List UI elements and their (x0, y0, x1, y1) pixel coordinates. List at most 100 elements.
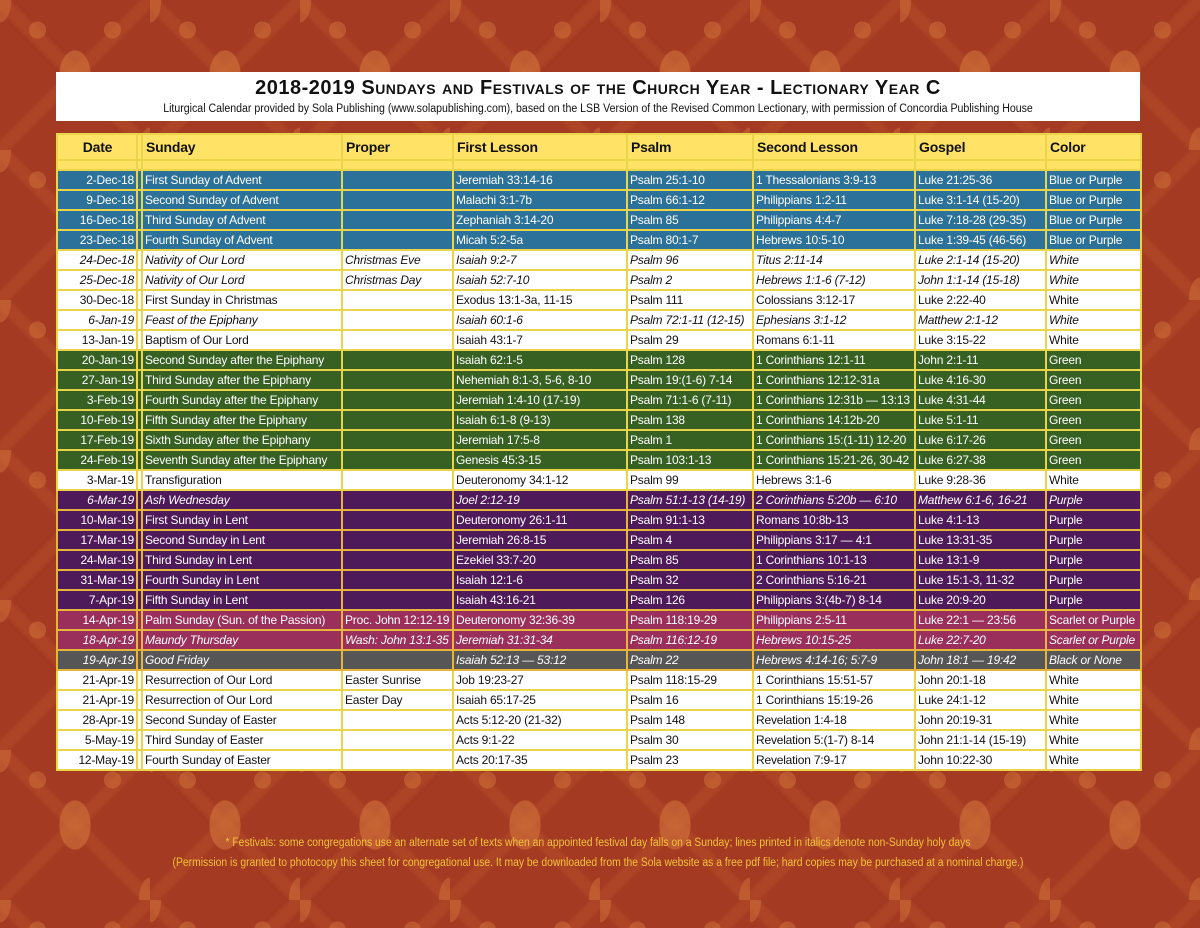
table-row: 28-Apr-19 Second Sunday of Easter Acts 5:1… (56, 709, 1142, 731)
cell-second-lesson: Philippians 1:2-11 (752, 189, 916, 211)
cell-first-lesson: Isaiah 12:1-6 (452, 569, 628, 591)
cell-psalm: Psalm 32 (626, 569, 754, 591)
cell-psalm: Psalm 118:19-29 (626, 609, 754, 631)
cell-first-lesson: Deuteronomy 32:36-39 (452, 609, 628, 631)
cell-second-lesson: 1 Corinthians 15:21-26, 30-42 (752, 449, 916, 471)
cell-color: Purple (1045, 489, 1142, 511)
cell-color: Green (1045, 409, 1142, 431)
cell-date: 28-Apr-19 (56, 709, 138, 731)
cell-first-lesson: Nehemiah 8:1-3, 5-6, 8-10 (452, 369, 628, 391)
cell-sunday: Second Sunday after the Epiphany (141, 349, 343, 371)
cell-second-lesson: 1 Corinthians 10:1-13 (752, 549, 916, 571)
cell-proper (341, 749, 454, 771)
cell-date: 20-Jan-19 (56, 349, 138, 371)
table-row: 13-Jan-19 Baptism of Our Lord Isaiah 43:1-… (56, 329, 1142, 351)
cell-sunday: Good Friday (141, 649, 343, 671)
cell-second-lesson: Revelation 1:4-18 (752, 709, 916, 731)
cell-psalm: Psalm 72:1-11 (12-15) (626, 309, 754, 331)
cell-first-lesson: Zephaniah 3:14-20 (452, 209, 628, 231)
col-header-psalm: Psalm (626, 133, 754, 161)
cell-second-lesson: 1 Corinthians 12:12-31a (752, 369, 916, 391)
cell-sunday: Fourth Sunday in Lent (141, 569, 343, 591)
cell-color: Green (1045, 389, 1142, 411)
cell-sunday: Fourth Sunday of Easter (141, 749, 343, 771)
cell-proper (341, 429, 454, 451)
cell-gospel: John 20:1-18 (914, 669, 1047, 691)
cell-first-lesson: Job 19:23-27 (452, 669, 628, 691)
cell-date: 12-May-19 (56, 749, 138, 771)
cell-sunday: Resurrection of Our Lord (141, 669, 343, 691)
cell-color: White (1045, 289, 1142, 311)
cell-psalm: Psalm 111 (626, 289, 754, 311)
col-header-second-lesson: Second Lesson (752, 133, 916, 161)
cell-first-lesson: Malachi 3:1-7b (452, 189, 628, 211)
cell-date: 14-Apr-19 (56, 609, 138, 631)
cell-date: 10-Mar-19 (56, 509, 138, 531)
cell-sunday: Ash Wednesday (141, 489, 343, 511)
cell-gospel: Luke 4:1-13 (914, 509, 1047, 531)
cell-psalm: Psalm 66:1-12 (626, 189, 754, 211)
cell-second-lesson: Revelation 5:(1-7) 8-14 (752, 729, 916, 751)
cell-color: Scarlet or Purple (1045, 609, 1142, 631)
cell-date: 30-Dec-18 (56, 289, 138, 311)
cell-second-lesson: 1 Corinthians 14:12b-20 (752, 409, 916, 431)
cell-psalm: Psalm 148 (626, 709, 754, 731)
cell-gospel: Luke 1:39-45 (46-56) (914, 229, 1047, 251)
col-header-proper: Proper (341, 133, 454, 161)
cell-date: 6-Jan-19 (56, 309, 138, 331)
cell-second-lesson: Philippians 3:(4b-7) 8-14 (752, 589, 916, 611)
page-title: 2018-2019 Sundays and Festivals of the C… (255, 77, 941, 99)
cell-second-lesson: Philippians 3:17 — 4:1 (752, 529, 916, 551)
cell-gospel: Matthew 6:1-6, 16-21 (914, 489, 1047, 511)
cell-date: 21-Apr-19 (56, 669, 138, 691)
cell-first-lesson: Jeremiah 1:4-10 (17-19) (452, 389, 628, 411)
cell-color: Black or None (1045, 649, 1142, 671)
cell-first-lesson: Isaiah 52:7-10 (452, 269, 628, 291)
cell-psalm: Psalm 91:1-13 (626, 509, 754, 531)
cell-proper: Easter Sunrise (341, 669, 454, 691)
cell-proper: Wash: John 13:1-35 (341, 629, 454, 651)
cell-date: 3-Mar-19 (56, 469, 138, 491)
cell-first-lesson: Isaiah 52:13 — 53:12 (452, 649, 628, 671)
cell-sunday: Feast of the Epiphany (141, 309, 343, 331)
col-header-sunday: Sunday (141, 133, 343, 161)
cell-date: 13-Jan-19 (56, 329, 138, 351)
cell-gospel: Luke 22:7-20 (914, 629, 1047, 651)
cell-sunday: Second Sunday of Advent (141, 189, 343, 211)
cell-color: White (1045, 729, 1142, 751)
cell-sunday: Nativity of Our Lord (141, 249, 343, 271)
cell-date: 23-Dec-18 (56, 229, 138, 251)
table-row: 27-Jan-19 Third Sunday after the Epiphany… (56, 369, 1142, 391)
table-row: 24-Mar-19 Third Sunday in Lent Ezekiel 33:… (56, 549, 1142, 571)
table-row: 24-Feb-19 Seventh Sunday after the Epipha… (56, 449, 1142, 471)
cell-second-lesson: Hebrews 4:14-16; 5:7-9 (752, 649, 916, 671)
cell-proper (341, 229, 454, 251)
table-row: 20-Jan-19 Second Sunday after the Epiphan… (56, 349, 1142, 371)
table-row: 21-Apr-19 Resurrection of Our Lord Easter … (56, 669, 1142, 691)
table-row: 9-Dec-18 Second Sunday of Advent Malachi 3… (56, 189, 1142, 211)
cell-psalm: Psalm 103:1-13 (626, 449, 754, 471)
cell-second-lesson: 1 Corinthians 12:31b — 13:13 (752, 389, 916, 411)
table-row: 24-Dec-18 Nativity of Our Lord Christmas E… (56, 249, 1142, 271)
cell-first-lesson: Isaiah 65:17-25 (452, 689, 628, 711)
cell-psalm: Psalm 23 (626, 749, 754, 771)
cell-first-lesson: Acts 9:1-22 (452, 729, 628, 751)
cell-color: Blue or Purple (1045, 209, 1142, 231)
cell-date: 7-Apr-19 (56, 589, 138, 611)
table-row: 17-Feb-19 Sixth Sunday after the Epiphany… (56, 429, 1142, 451)
cell-first-lesson: Acts 5:12-20 (21-32) (452, 709, 628, 731)
cell-second-lesson: Hebrews 10:15-25 (752, 629, 916, 651)
cell-proper (341, 709, 454, 731)
cell-psalm: Psalm 2 (626, 269, 754, 291)
cell-first-lesson: Ezekiel 33:7-20 (452, 549, 628, 571)
cell-second-lesson: 2 Corinthians 5:16-21 (752, 569, 916, 591)
cell-first-lesson: Isaiah 62:1-5 (452, 349, 628, 371)
cell-gospel: Luke 9:28-36 (914, 469, 1047, 491)
cell-gospel: Luke 6:17-26 (914, 429, 1047, 451)
cell-second-lesson: 1 Corinthians 15:51-57 (752, 669, 916, 691)
header-row: Date Sunday Proper First Lesson Psalm Se… (56, 133, 1142, 161)
col-header-date: Date (56, 133, 138, 161)
cell-color: Blue or Purple (1045, 229, 1142, 251)
cell-gospel: Luke 2:22-40 (914, 289, 1047, 311)
cell-psalm: Psalm 19:(1-6) 7-14 (626, 369, 754, 391)
